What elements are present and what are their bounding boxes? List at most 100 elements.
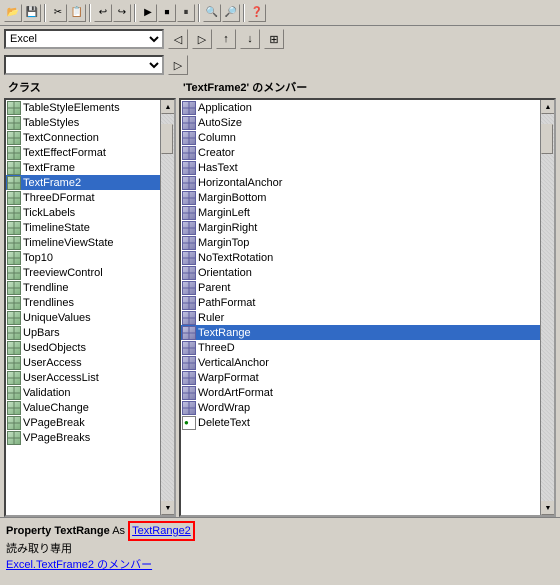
class-icon: [7, 311, 21, 325]
member-icon: [182, 341, 196, 355]
list-item[interactable]: MarginBottom: [181, 190, 540, 205]
list-item-selected[interactable]: TextFrame2: [6, 175, 160, 190]
list-item[interactable]: UsedObjects: [6, 340, 160, 355]
class-list[interactable]: TableStyleElements TableStyles TextConne…: [6, 100, 160, 515]
member-list[interactable]: Application AutoSize Column Creator: [181, 100, 540, 515]
list-item[interactable]: TextEffectFormat: [6, 145, 160, 160]
list-item[interactable]: DeleteText: [181, 415, 540, 430]
scroll-track[interactable]: [541, 114, 554, 501]
open-icon[interactable]: 📂: [4, 4, 22, 22]
list-item[interactable]: TableStyles: [6, 115, 160, 130]
undo-icon[interactable]: ↩: [94, 4, 112, 22]
scroll-down-btn[interactable]: ▼: [161, 501, 175, 515]
list-item[interactable]: TableStyleElements: [6, 100, 160, 115]
list-item[interactable]: VPageBreaks: [6, 430, 160, 445]
member-icon: [182, 116, 196, 130]
list-item[interactable]: ThreeD: [181, 340, 540, 355]
list-item[interactable]: TextFrame: [6, 160, 160, 175]
list-item[interactable]: MarginTop: [181, 235, 540, 250]
nav-btn-prev[interactable]: ◁: [168, 29, 188, 49]
nav-btn-next[interactable]: ▷: [192, 29, 212, 49]
list-item[interactable]: TextConnection: [6, 130, 160, 145]
list-item[interactable]: TreeviewControl: [6, 265, 160, 280]
scroll-down-btn[interactable]: ▼: [541, 501, 555, 515]
class-list-frame: TableStyleElements TableStyles TextConne…: [4, 98, 176, 517]
go-btn[interactable]: ▷: [168, 55, 188, 75]
list-item[interactable]: HorizontalAnchor: [181, 175, 540, 190]
list-item[interactable]: WarpFormat: [181, 370, 540, 385]
separator: [44, 4, 46, 22]
class-icon: [7, 296, 21, 310]
separator2: [89, 4, 91, 22]
list-item[interactable]: WordArtFormat: [181, 385, 540, 400]
class-icon: [7, 431, 21, 445]
list-item[interactable]: UserAccess: [6, 355, 160, 370]
help-icon[interactable]: ❓: [248, 4, 266, 22]
scroll-thumb[interactable]: [161, 124, 173, 154]
member-of-link[interactable]: Excel.TextFrame2 のメンバー: [6, 559, 152, 571]
list-item[interactable]: Trendlines: [6, 295, 160, 310]
scroll-up-btn[interactable]: ▲: [161, 100, 175, 114]
class-icon: [7, 191, 21, 205]
list-item[interactable]: Top10: [6, 250, 160, 265]
list-item[interactable]: PathFormat: [181, 295, 540, 310]
excel-combo[interactable]: Excel: [4, 29, 164, 49]
list-item[interactable]: Application: [181, 100, 540, 115]
scroll-thumb[interactable]: [541, 124, 553, 154]
list-item[interactable]: VPageBreak: [6, 415, 160, 430]
scroll-track[interactable]: [161, 114, 174, 501]
list-item[interactable]: Validation: [6, 385, 160, 400]
list-item[interactable]: NoTextRotation: [181, 250, 540, 265]
class-icon: [7, 116, 21, 130]
list-item[interactable]: AutoSize: [181, 115, 540, 130]
member-list-frame: Application AutoSize Column Creator: [179, 98, 556, 517]
list-item[interactable]: WordWrap: [181, 400, 540, 415]
member-list-panel: Application AutoSize Column Creator: [179, 98, 556, 517]
class-icon: [7, 356, 21, 370]
property-keyword: Property: [6, 525, 51, 537]
list-item[interactable]: TimelineState: [6, 220, 160, 235]
member-list-scrollbar[interactable]: ▲ ▼: [540, 100, 554, 515]
run-icon[interactable]: ▶: [139, 4, 157, 22]
member-icon: [182, 356, 196, 370]
scroll-up-btn[interactable]: ▲: [541, 100, 555, 114]
list-item[interactable]: TickLabels: [6, 205, 160, 220]
list-item[interactable]: Orientation: [181, 265, 540, 280]
list-item[interactable]: UniqueValues: [6, 310, 160, 325]
nav-btn-first[interactable]: ↑: [216, 29, 236, 49]
member-icon: [182, 101, 196, 115]
list-item[interactable]: HasText: [181, 160, 540, 175]
list-item[interactable]: ThreeDFormat: [6, 190, 160, 205]
list-item[interactable]: Parent: [181, 280, 540, 295]
zoomin-icon[interactable]: 🔎: [222, 4, 240, 22]
method-combo[interactable]: [4, 55, 164, 75]
list-item[interactable]: MarginRight: [181, 220, 540, 235]
combo-row-1: Excel ◁ ▷ ↑ ↓ ⊞: [0, 26, 560, 52]
class-list-scrollbar[interactable]: ▲ ▼: [160, 100, 174, 515]
nav-btn-last[interactable]: ↓: [240, 29, 260, 49]
nav-btn-extra[interactable]: ⊞: [264, 29, 284, 49]
search-icon[interactable]: 🔍: [203, 4, 221, 22]
class-icon: [7, 131, 21, 145]
type-name-link[interactable]: TextRange2: [132, 525, 191, 537]
list-item[interactable]: MarginLeft: [181, 205, 540, 220]
list-item[interactable]: UpBars: [6, 325, 160, 340]
class-icon: [7, 101, 21, 115]
pause-icon[interactable]: ⏸: [177, 4, 195, 22]
list-item[interactable]: Ruler: [181, 310, 540, 325]
stop-icon[interactable]: ⏹: [158, 4, 176, 22]
list-item[interactable]: TimelineViewState: [6, 235, 160, 250]
readonly-label: 読み取り専用: [6, 543, 72, 555]
list-item[interactable]: VerticalAnchor: [181, 355, 540, 370]
copy-icon[interactable]: 📋: [68, 4, 86, 22]
save-icon[interactable]: 💾: [23, 4, 41, 22]
list-item[interactable]: Creator: [181, 145, 540, 160]
list-item[interactable]: ValueChange: [6, 400, 160, 415]
redo-icon[interactable]: ↪: [113, 4, 131, 22]
type-name-box: TextRange2: [128, 521, 195, 541]
list-item[interactable]: Trendline: [6, 280, 160, 295]
list-item[interactable]: Column: [181, 130, 540, 145]
list-item-selected[interactable]: TextRange: [181, 325, 540, 340]
cut-icon[interactable]: ✂: [49, 4, 67, 22]
list-item[interactable]: UserAccessList: [6, 370, 160, 385]
